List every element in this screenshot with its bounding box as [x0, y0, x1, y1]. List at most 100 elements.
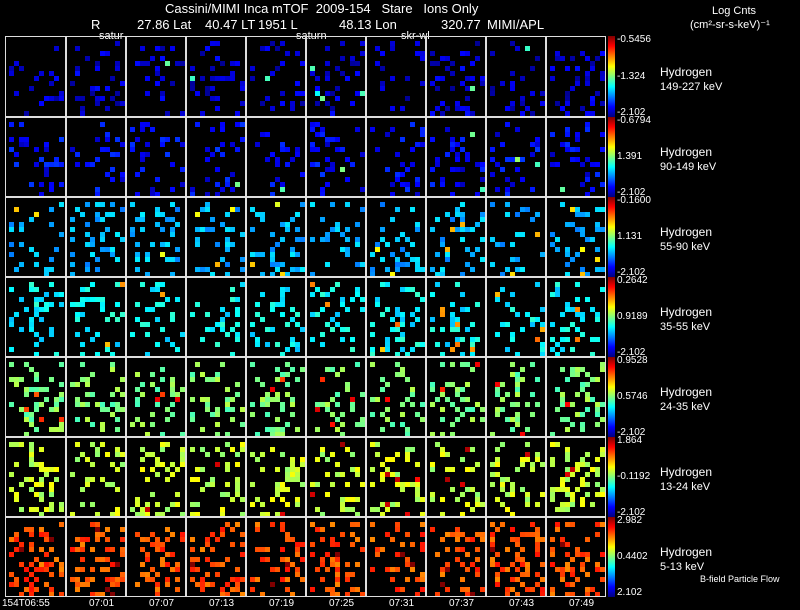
pixel-cell	[210, 217, 215, 222]
pixel-cell	[595, 467, 600, 472]
pixel-cell	[29, 452, 34, 457]
pixel-cell	[145, 61, 150, 66]
pixel-cell	[14, 577, 19, 582]
pixel-cell	[525, 502, 530, 507]
pixel-cell	[530, 467, 535, 472]
pixel-cell	[250, 76, 255, 81]
pixel-cell	[135, 137, 140, 142]
pixel-cell	[565, 492, 570, 497]
pixel-cell	[510, 106, 515, 111]
pixel-cell	[565, 111, 570, 116]
pixel-cell	[515, 557, 520, 562]
pixel-cell	[585, 382, 590, 387]
pixel-cell	[175, 257, 180, 262]
pixel-cell	[445, 382, 450, 387]
pixel-cell	[100, 567, 105, 572]
pixel-cell	[280, 372, 285, 377]
pixel-cell	[340, 232, 345, 237]
pixel-cell	[375, 452, 380, 457]
pixel-cell	[370, 522, 375, 527]
pixel-cell	[145, 152, 150, 157]
pixel-cell	[335, 557, 340, 562]
pixel-cell	[440, 387, 445, 392]
pixel-cell	[110, 167, 115, 172]
pixel-cell	[350, 507, 355, 512]
pixel-cell	[525, 46, 530, 51]
pixel-cell	[480, 177, 485, 182]
pixel-cell	[440, 327, 445, 332]
pixel-cell	[480, 187, 485, 192]
pixel-cell	[505, 592, 510, 596]
pixel-cell	[405, 76, 410, 81]
image-panel	[5, 437, 66, 517]
pixel-cell	[230, 287, 235, 292]
pixel-cell	[330, 557, 335, 562]
pixel-cell	[415, 577, 420, 582]
pixel-cell	[39, 562, 44, 567]
pixel-cell	[580, 232, 585, 237]
pixel-cell	[250, 227, 255, 232]
pixel-cell	[565, 417, 570, 422]
pixel-cell	[315, 132, 320, 137]
pixel-cell	[345, 307, 350, 312]
pixel-cell	[200, 582, 205, 587]
pixel-cell	[285, 162, 290, 167]
pixel-cell	[235, 582, 240, 587]
pixel-cell	[19, 262, 24, 267]
pixel-cell	[215, 342, 220, 347]
pixel-cell	[410, 312, 415, 317]
pixel-cell	[165, 507, 170, 512]
pixel-cell	[240, 407, 245, 412]
pixel-cell	[200, 267, 205, 272]
pixel-cell	[575, 487, 580, 492]
pixel-cell	[430, 292, 435, 297]
pixel-cell	[49, 407, 54, 412]
pixel-cell	[75, 442, 80, 447]
pixel-cell	[440, 447, 445, 452]
pixel-cell	[420, 572, 425, 577]
pixel-cell	[325, 322, 330, 327]
pixel-cell	[555, 442, 560, 447]
pixel-cell	[550, 592, 555, 596]
pixel-cell	[560, 537, 565, 542]
pixel-cell	[70, 302, 75, 307]
pixel-cell	[340, 297, 345, 302]
species-label: Hydrogen	[660, 225, 713, 239]
image-panel	[5, 197, 66, 277]
pixel-cell	[250, 252, 255, 257]
pixel-cell	[340, 532, 345, 537]
pixel-cell	[570, 522, 575, 527]
pixel-cell	[325, 46, 330, 51]
pixel-cell	[290, 217, 295, 222]
pixel-cell	[560, 502, 565, 507]
pixel-cell	[235, 487, 240, 492]
pixel-cell	[480, 587, 485, 592]
pixel-cell	[520, 327, 525, 332]
pixel-cell	[310, 492, 315, 497]
image-panel	[546, 517, 606, 597]
pixel-cell	[580, 462, 585, 467]
pixel-cell	[320, 527, 325, 532]
pixel-cell	[595, 567, 600, 572]
pixel-cell	[95, 557, 100, 562]
pixel-cell	[320, 447, 325, 452]
pixel-cell	[215, 412, 220, 417]
pixel-cell	[310, 482, 315, 487]
image-panel	[126, 117, 186, 197]
pixel-cell	[445, 252, 450, 257]
pixel-cell	[49, 547, 54, 552]
pixel-cell	[580, 422, 585, 427]
pixel-cell	[510, 402, 515, 407]
pixel-cell	[455, 532, 460, 537]
pixel-cell	[455, 152, 460, 157]
pixel-cell	[39, 497, 44, 502]
pixel-cell	[90, 162, 95, 167]
pixel-cell	[315, 312, 320, 317]
pixel-cell	[490, 522, 495, 527]
pixel-cell	[115, 317, 120, 322]
colorbar	[608, 197, 615, 277]
pixel-cell	[295, 227, 300, 232]
pixel-cell	[400, 482, 405, 487]
pixel-cell	[325, 167, 330, 172]
pixel-cell	[29, 587, 34, 592]
